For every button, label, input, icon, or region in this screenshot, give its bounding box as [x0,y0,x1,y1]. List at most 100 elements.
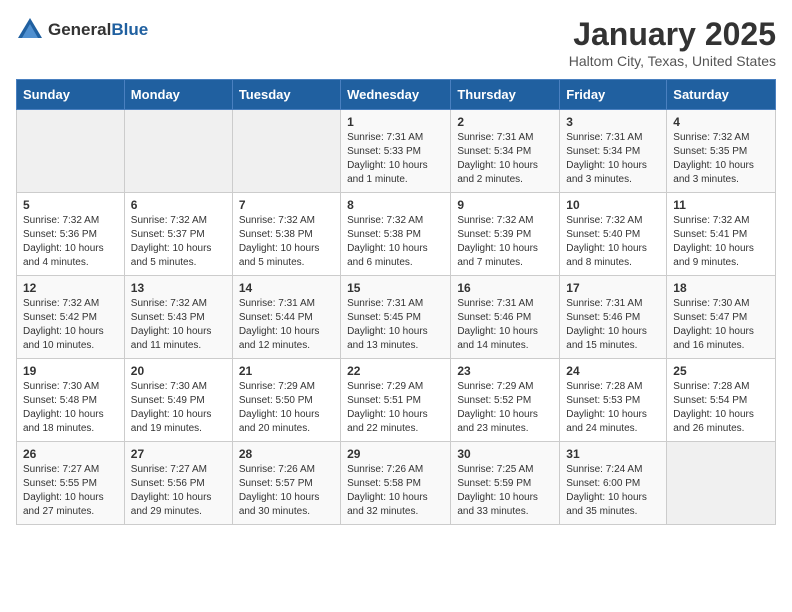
day-info: Sunrise: 7:32 AM Sunset: 5:43 PM Dayligh… [131,297,226,353]
calendar-cell: 3 Sunrise: 7:31 AM Sunset: 5:34 PM Daylig… [560,110,667,193]
day-info: Sunrise: 7:30 AM Sunset: 5:49 PM Dayligh… [131,380,226,436]
day-number: 1 [347,115,444,129]
calendar-cell: 9 Sunrise: 7:32 AM Sunset: 5:39 PM Daylig… [451,193,560,276]
calendar-cell: 17 Sunrise: 7:31 AM Sunset: 5:46 PM Dayli… [560,276,667,359]
calendar-cell: 15 Sunrise: 7:31 AM Sunset: 5:45 PM Dayli… [341,276,451,359]
calendar-week-row: 1 Sunrise: 7:31 AM Sunset: 5:33 PM Daylig… [17,110,776,193]
logo-text-blue: Blue [111,20,148,39]
calendar-cell: 18 Sunrise: 7:30 AM Sunset: 5:47 PM Dayli… [667,276,776,359]
day-info: Sunrise: 7:32 AM Sunset: 5:36 PM Dayligh… [23,214,118,270]
calendar-week-row: 19Sunrise: 7:30 AM Sunset: 5:48 PM Dayli… [17,359,776,442]
calendar-cell: 29 Sunrise: 7:26 AM Sunset: 5:58 PM Dayli… [341,442,451,525]
day-info: Sunrise: 7:31 AM Sunset: 5:46 PM Dayligh… [457,297,553,353]
day-info: Sunrise: 7:32 AM Sunset: 5:39 PM Dayligh… [457,214,553,270]
calendar-cell: 28Sunrise: 7:26 AM Sunset: 5:57 PM Dayli… [232,442,340,525]
day-info: Sunrise: 7:28 AM Sunset: 5:54 PM Dayligh… [673,380,769,436]
day-number: 26 [23,447,118,461]
day-number: 18 [673,281,769,295]
calendar-cell [124,110,232,193]
day-number: 20 [131,364,226,378]
calendar-cell: 4 Sunrise: 7:32 AM Sunset: 5:35 PM Daylig… [667,110,776,193]
day-number: 22 [347,364,444,378]
day-info: Sunrise: 7:31 AM Sunset: 5:34 PM Dayligh… [566,131,660,187]
day-number: 24 [566,364,660,378]
calendar-table: Sunday Monday Tuesday Wednesday Thursday… [16,79,776,525]
calendar-cell: 7 Sunrise: 7:32 AM Sunset: 5:38 PM Daylig… [232,193,340,276]
calendar-cell: 31Sunrise: 7:24 AM Sunset: 6:00 PM Dayli… [560,442,667,525]
day-number: 27 [131,447,226,461]
calendar-cell: 16 Sunrise: 7:31 AM Sunset: 5:46 PM Dayli… [451,276,560,359]
day-info: Sunrise: 7:31 AM Sunset: 5:45 PM Dayligh… [347,297,444,353]
day-info: Sunrise: 7:29 AM Sunset: 5:51 PM Dayligh… [347,380,444,436]
col-thursday: Thursday [451,80,560,110]
day-number: 29 [347,447,444,461]
day-number: 10 [566,198,660,212]
day-info: Sunrise: 7:32 AM Sunset: 5:41 PM Dayligh… [673,214,769,270]
day-number: 11 [673,198,769,212]
day-info: Sunrise: 7:29 AM Sunset: 5:52 PM Dayligh… [457,380,553,436]
calendar-cell: 27 Sunrise: 7:27 AM Sunset: 5:56 PM Dayli… [124,442,232,525]
day-info: Sunrise: 7:32 AM Sunset: 5:42 PM Dayligh… [23,297,118,353]
col-tuesday: Tuesday [232,80,340,110]
day-number: 25 [673,364,769,378]
day-info: Sunrise: 7:32 AM Sunset: 5:38 PM Dayligh… [239,214,334,270]
day-info: Sunrise: 7:27 AM Sunset: 5:56 PM Dayligh… [131,463,226,519]
logo-text-general: General [48,20,111,39]
day-info: Sunrise: 7:27 AM Sunset: 5:55 PM Dayligh… [23,463,118,519]
calendar-cell: 8 Sunrise: 7:32 AM Sunset: 5:38 PM Daylig… [341,193,451,276]
day-number: 15 [347,281,444,295]
day-info: Sunrise: 7:29 AM Sunset: 5:50 PM Dayligh… [239,380,334,436]
logo: GeneralBlue [16,16,148,44]
calendar-cell: 25 Sunrise: 7:28 AM Sunset: 5:54 PM Dayli… [667,359,776,442]
day-info: Sunrise: 7:30 AM Sunset: 5:47 PM Dayligh… [673,297,769,353]
calendar-cell [232,110,340,193]
logo-icon [16,16,44,44]
day-number: 13 [131,281,226,295]
calendar-title: January 2025 [569,16,776,53]
col-saturday: Saturday [667,80,776,110]
day-info: Sunrise: 7:32 AM Sunset: 5:38 PM Dayligh… [347,214,444,270]
day-number: 7 [239,198,334,212]
day-number: 28 [239,447,334,461]
day-number: 4 [673,115,769,129]
day-info: Sunrise: 7:24 AM Sunset: 6:00 PM Dayligh… [566,463,660,519]
day-number: 21 [239,364,334,378]
day-number: 8 [347,198,444,212]
calendar-header-row: Sunday Monday Tuesday Wednesday Thursday… [17,80,776,110]
day-number: 23 [457,364,553,378]
calendar-cell: 23 Sunrise: 7:29 AM Sunset: 5:52 PM Dayli… [451,359,560,442]
calendar-cell: 5 Sunrise: 7:32 AM Sunset: 5:36 PM Daylig… [17,193,125,276]
calendar-cell: 26 Sunrise: 7:27 AM Sunset: 5:55 PM Dayli… [17,442,125,525]
day-info: Sunrise: 7:26 AM Sunset: 5:58 PM Dayligh… [347,463,444,519]
day-info: Sunrise: 7:31 AM Sunset: 5:33 PM Dayligh… [347,131,444,187]
day-number: 3 [566,115,660,129]
day-info: Sunrise: 7:31 AM Sunset: 5:46 PM Dayligh… [566,297,660,353]
calendar-week-row: 12Sunrise: 7:32 AM Sunset: 5:42 PM Dayli… [17,276,776,359]
calendar-cell: 20 Sunrise: 7:30 AM Sunset: 5:49 PM Dayli… [124,359,232,442]
day-info: Sunrise: 7:32 AM Sunset: 5:35 PM Dayligh… [673,131,769,187]
col-sunday: Sunday [17,80,125,110]
day-number: 16 [457,281,553,295]
calendar-cell: 11 Sunrise: 7:32 AM Sunset: 5:41 PM Dayli… [667,193,776,276]
day-info: Sunrise: 7:31 AM Sunset: 5:44 PM Dayligh… [239,297,334,353]
col-monday: Monday [124,80,232,110]
calendar-cell [667,442,776,525]
day-number: 5 [23,198,118,212]
day-number: 9 [457,198,553,212]
calendar-cell [17,110,125,193]
day-info: Sunrise: 7:32 AM Sunset: 5:37 PM Dayligh… [131,214,226,270]
calendar-cell: 10 Sunrise: 7:32 AM Sunset: 5:40 PM Dayli… [560,193,667,276]
day-number: 2 [457,115,553,129]
day-number: 19 [23,364,118,378]
day-info: Sunrise: 7:25 AM Sunset: 5:59 PM Dayligh… [457,463,553,519]
day-info: Sunrise: 7:31 AM Sunset: 5:34 PM Dayligh… [457,131,553,187]
day-info: Sunrise: 7:32 AM Sunset: 5:40 PM Dayligh… [566,214,660,270]
calendar-cell: 2 Sunrise: 7:31 AM Sunset: 5:34 PM Daylig… [451,110,560,193]
calendar-cell: 14Sunrise: 7:31 AM Sunset: 5:44 PM Dayli… [232,276,340,359]
day-number: 17 [566,281,660,295]
page-header: GeneralBlue January 2025 Haltom City, Te… [16,16,776,69]
calendar-cell: 24Sunrise: 7:28 AM Sunset: 5:53 PM Dayli… [560,359,667,442]
calendar-cell: 21 Sunrise: 7:29 AM Sunset: 5:50 PM Dayli… [232,359,340,442]
calendar-week-row: 5 Sunrise: 7:32 AM Sunset: 5:36 PM Daylig… [17,193,776,276]
calendar-cell: 6Sunrise: 7:32 AM Sunset: 5:37 PM Daylig… [124,193,232,276]
